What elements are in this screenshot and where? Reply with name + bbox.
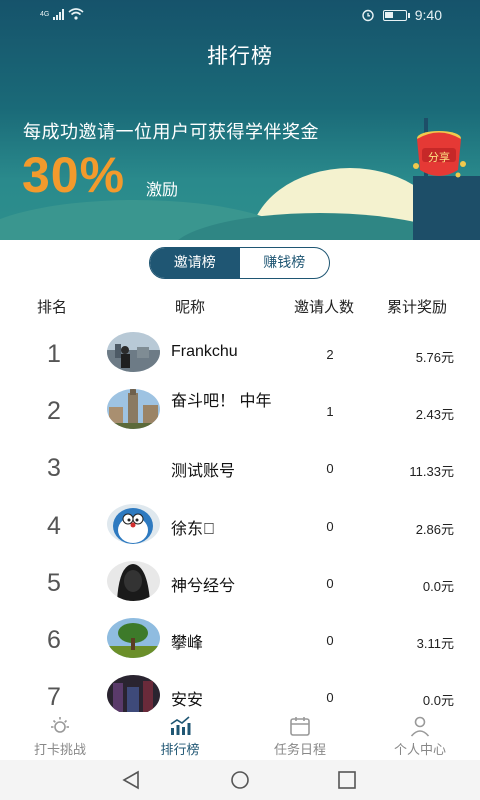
- recents-icon[interactable]: [336, 770, 358, 790]
- page-title: 排行榜: [207, 45, 273, 68]
- promo-percent: 30%: [22, 147, 126, 203]
- column-reward: 累计奖励: [387, 299, 448, 316]
- reward-amount: 2.86元: [415, 522, 454, 537]
- alarm-icon: [362, 9, 374, 22]
- nickname: Frankchu: [171, 343, 238, 360]
- promo-suffix: 激励: [146, 182, 179, 199]
- invite-count: 1: [326, 404, 334, 419]
- column-rank: 排名: [37, 299, 68, 316]
- header-banner: 4G 9:40 排行榜 每成功邀请一位用户可获得学伴奖金 30% 激励 分享: [0, 0, 480, 240]
- table-row[interactable]: 6 攀峰 0 3.11元: [0, 613, 480, 670]
- nickname: 奋斗吧！ 中年: [171, 393, 272, 410]
- column-invites: 邀请人数: [294, 299, 355, 316]
- system-nav-bar: [0, 760, 480, 800]
- reward-amount: 11.33元: [409, 464, 454, 479]
- nickname: 神兮经兮: [171, 578, 236, 595]
- chart-icon: [170, 716, 191, 735]
- rank-number: 6: [47, 626, 61, 654]
- invite-count: 2: [326, 347, 334, 362]
- nav-label: 个人中心: [393, 742, 446, 757]
- home-icon[interactable]: [229, 770, 251, 790]
- cartoon-avatar-icon: [107, 504, 160, 544]
- nickname: 徐东 : [171, 521, 216, 538]
- photo-tower-icon: [107, 389, 160, 429]
- battery-icon: [382, 9, 410, 21]
- reward-amount: 0.0元: [422, 693, 454, 708]
- table-row[interactable]: 4 徐东  0 2.86元: [0, 499, 480, 556]
- share-label: 分享: [428, 152, 450, 164]
- table-row[interactable]: 3 测试账号 0 11.33元: [0, 441, 480, 498]
- nav-label: 打卡挑战: [33, 742, 86, 757]
- tab-invite-ranking[interactable]: 邀请榜: [150, 248, 240, 278]
- status-bar: 4G 9:40: [0, 0, 480, 30]
- column-nickname: 昵称: [175, 299, 206, 316]
- nickname: 攀峰: [171, 635, 204, 652]
- table-header: 排名 昵称 邀请人数 累计奖励: [0, 296, 480, 318]
- rank-number: 7: [47, 683, 61, 711]
- nav-task-schedule[interactable]: 任务日程: [240, 712, 360, 760]
- rank-number: 5: [47, 569, 61, 597]
- tab-earning-ranking[interactable]: 赚钱榜: [240, 248, 330, 278]
- calendar-icon: [290, 717, 310, 736]
- clock: 9:40: [414, 7, 442, 23]
- reward-amount: 5.76元: [415, 350, 454, 365]
- tree-avatar-icon: [107, 618, 160, 658]
- invite-count: 0: [326, 519, 334, 534]
- black-hood-avatar-icon: [107, 561, 160, 601]
- sun-icon: [51, 717, 69, 733]
- bottom-nav: 打卡挑战 排行榜 任务日程 个人中心: [0, 712, 480, 760]
- nav-label: 排行榜: [160, 742, 200, 757]
- table-row[interactable]: 1 Frankchu 2 5.76元: [0, 327, 480, 384]
- person-icon: [410, 716, 430, 737]
- nav-profile[interactable]: 个人中心: [360, 712, 480, 760]
- invite-count: 0: [326, 576, 334, 591]
- dark-photo-avatar-icon: [107, 675, 160, 715]
- reward-amount: 3.11元: [416, 636, 454, 651]
- rank-number: 4: [47, 512, 61, 540]
- nickname: 安安: [171, 692, 204, 709]
- ranking-tab-switch: 邀请榜 赚钱榜: [149, 247, 330, 279]
- invite-count: 0: [326, 461, 334, 476]
- nav-checkin-challenge[interactable]: 打卡挑战: [0, 712, 120, 760]
- reward-amount: 2.43元: [415, 407, 454, 422]
- table-row[interactable]: 2 奋斗吧！ 中年 1 2.43元: [0, 384, 480, 441]
- promo-text: 每成功邀请一位用户可获得学伴奖金: [23, 122, 319, 142]
- table-row[interactable]: 5 神兮经兮 0 0.0元: [0, 556, 480, 613]
- photo-city-icon: [107, 332, 160, 372]
- rank-number: 2: [47, 397, 61, 425]
- network-type: 4G: [40, 10, 50, 18]
- reward-amount: 0.0元: [422, 579, 454, 594]
- back-icon[interactable]: [120, 770, 142, 790]
- signal-icon: [53, 8, 65, 20]
- rank-number: 1: [47, 340, 61, 368]
- tower-decoration: [413, 176, 480, 240]
- rank-number: 3: [47, 454, 61, 482]
- nickname: 测试账号: [171, 463, 236, 480]
- wifi-icon: [68, 8, 84, 20]
- invite-count: 0: [326, 633, 334, 648]
- share-button[interactable]: 分享: [408, 130, 470, 182]
- invite-count: 0: [326, 690, 334, 705]
- nav-label: 任务日程: [273, 742, 326, 757]
- nav-ranking[interactable]: 排行榜: [120, 712, 240, 760]
